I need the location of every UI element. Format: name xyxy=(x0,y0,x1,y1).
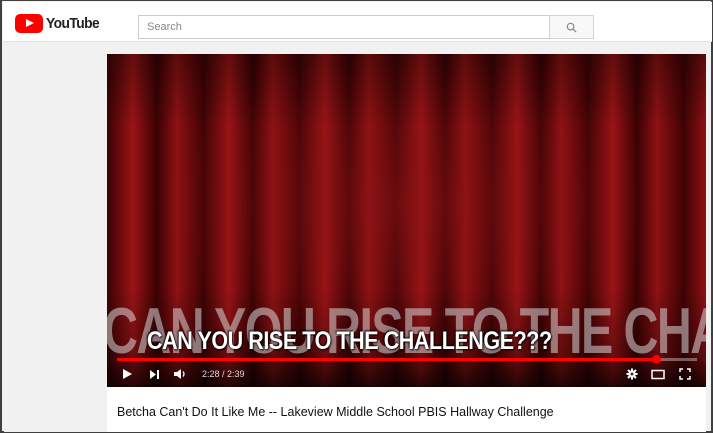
progress-bar[interactable] xyxy=(117,355,697,364)
next-icon xyxy=(150,369,159,379)
left-gutter xyxy=(4,43,107,432)
search-input[interactable]: Search xyxy=(138,15,549,39)
fullscreen-icon xyxy=(679,368,691,380)
youtube-logo[interactable]: YouTube xyxy=(15,13,104,33)
video-title: Betcha Can't Do It Like Me -- Lakeview M… xyxy=(117,405,554,419)
top-bar: YouTube Search xyxy=(3,2,712,42)
volume-icon xyxy=(174,369,185,379)
youtube-play-logo-icon xyxy=(15,13,43,33)
browser-frame: YouTube Search CAN YOU RISE TO THE CHALL… xyxy=(0,0,713,433)
video-info: Betcha Can't Do It Like Me -- Lakeview M… xyxy=(107,387,706,432)
search-button[interactable] xyxy=(549,15,594,39)
time-display: 2:28 / 2:39 xyxy=(202,369,245,379)
video-caption: CAN YOU RISE TO THE CHALLENGE??? xyxy=(147,327,552,355)
progress-fill xyxy=(117,358,657,361)
video-player[interactable]: CAN YOU RISE TO THE CHALLENGE??? CAN YOU… xyxy=(107,54,706,387)
theater-mode-icon xyxy=(651,369,665,379)
theater-mode-button[interactable] xyxy=(651,367,665,381)
player-controls: 2:28 / 2:39 xyxy=(107,362,706,387)
settings-icon xyxy=(626,368,638,380)
settings-button[interactable] xyxy=(626,367,638,381)
volume-button[interactable] xyxy=(173,367,187,381)
logo-text: YouTube xyxy=(46,14,100,32)
search-icon xyxy=(566,22,577,33)
next-button[interactable] xyxy=(149,367,160,381)
play-button[interactable] xyxy=(121,367,133,381)
play-icon xyxy=(123,369,132,379)
fullscreen-button[interactable] xyxy=(679,367,691,381)
